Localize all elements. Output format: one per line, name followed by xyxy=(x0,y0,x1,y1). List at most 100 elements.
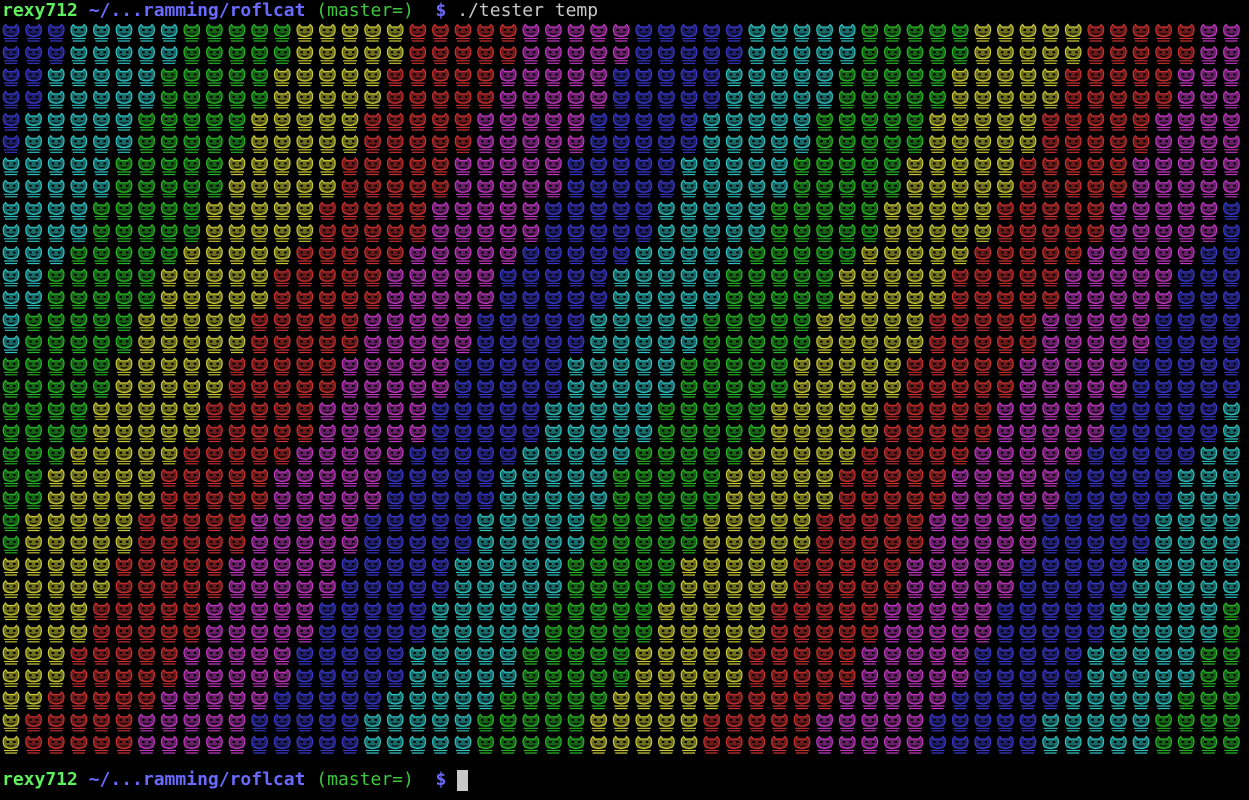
cat-face-icon xyxy=(477,446,494,465)
cat-face-icon xyxy=(2,290,20,309)
cat-face-icon xyxy=(183,402,201,420)
cat-face-icon xyxy=(432,90,449,109)
cat-face-icon xyxy=(273,646,291,665)
cat-face-icon xyxy=(273,713,291,732)
cat-face-icon xyxy=(997,624,1014,643)
cat-face-icon xyxy=(1042,290,1059,309)
cat-face-icon xyxy=(25,313,42,331)
cat-face-icon xyxy=(771,23,788,42)
cat-face-icon xyxy=(454,602,472,621)
cat-face-icon xyxy=(499,68,517,87)
cat-face-icon xyxy=(861,246,879,265)
cat-face-icon xyxy=(1177,602,1195,621)
cat-face-icon xyxy=(1200,224,1218,242)
cat-face-icon xyxy=(228,735,246,754)
cat-face-icon xyxy=(319,557,336,576)
cat-face-icon xyxy=(906,268,924,287)
cat-face-icon xyxy=(409,646,427,665)
cat-face-icon xyxy=(522,491,540,509)
cat-face-icon xyxy=(884,424,901,443)
cat-face-icon xyxy=(635,402,653,420)
cat-face-icon xyxy=(680,46,698,64)
cat-face-icon xyxy=(1064,402,1082,420)
cat-face-icon xyxy=(590,46,607,64)
cat-face-icon xyxy=(929,157,946,176)
cat-face-icon xyxy=(1155,446,1172,465)
cat-face-icon xyxy=(997,691,1014,710)
cat-face-icon xyxy=(296,379,314,398)
active-prompt-line[interactable]: rexy712 ~/...ramming/roflcat (master=) $ xyxy=(2,769,469,791)
cat-face-icon xyxy=(1132,90,1150,109)
cat-face-icon xyxy=(477,735,494,754)
cat-face-icon xyxy=(1177,268,1195,287)
cat-face-icon xyxy=(658,646,675,665)
cat-face-icon xyxy=(319,602,336,621)
cat-face-icon xyxy=(951,669,969,687)
cat-face-icon xyxy=(228,157,246,176)
cat-face-icon xyxy=(138,135,155,153)
cat-face-icon xyxy=(974,580,992,598)
cat-face-icon xyxy=(1110,624,1127,643)
cat-face-icon xyxy=(1019,580,1037,598)
cat-face-icon xyxy=(997,402,1014,420)
cat-face-icon xyxy=(454,446,472,465)
cat-face-icon xyxy=(2,713,20,732)
cat-face-icon xyxy=(206,335,223,354)
cat-face-icon xyxy=(545,735,562,754)
cat-face-icon xyxy=(1132,402,1150,420)
cat-face-icon xyxy=(1042,580,1059,598)
cat-face-icon xyxy=(386,224,404,242)
cat-face-icon xyxy=(703,580,720,598)
cat-face-icon xyxy=(477,335,494,354)
cat-face-icon xyxy=(522,624,540,643)
cat-face-icon xyxy=(341,179,359,198)
cat-face-icon xyxy=(522,535,540,554)
cat-face-icon xyxy=(319,268,336,287)
cat-face-icon xyxy=(341,135,359,153)
cat-face-icon xyxy=(567,624,585,643)
cat-face-icon xyxy=(748,691,766,710)
cat-face-icon xyxy=(522,68,540,87)
cat-face-icon xyxy=(432,513,449,532)
cat-face-icon xyxy=(183,513,201,532)
cat-face-icon xyxy=(228,224,246,242)
cat-face-icon xyxy=(409,424,427,443)
cat-face-icon xyxy=(364,646,381,665)
cat-face-icon xyxy=(1132,313,1150,331)
cat-face-icon xyxy=(1110,713,1127,732)
cat-face-icon xyxy=(748,491,766,509)
cat-face-icon xyxy=(1223,112,1240,131)
cat-face-icon xyxy=(364,735,381,754)
cat-face-icon xyxy=(251,335,268,354)
cat-face-icon xyxy=(183,468,201,487)
cat-face-icon xyxy=(974,535,992,554)
cat-face-icon xyxy=(183,112,201,131)
cat-face-icon xyxy=(929,224,946,242)
cat-face-icon xyxy=(341,268,359,287)
cat-face-icon xyxy=(748,268,766,287)
cat-face-icon xyxy=(251,46,268,64)
cat-face-icon xyxy=(183,646,201,665)
cat-face-icon xyxy=(409,735,427,754)
cat-face-icon xyxy=(228,713,246,732)
cat-face-icon xyxy=(725,491,743,509)
cat-face-icon xyxy=(771,379,788,398)
cat-face-icon xyxy=(251,224,268,242)
cat-face-icon xyxy=(386,112,404,131)
cat-face-icon xyxy=(454,201,472,220)
cat-face-icon xyxy=(273,179,291,198)
cat-face-icon xyxy=(725,135,743,153)
cat-face-icon xyxy=(816,357,833,376)
cat-face-icon xyxy=(567,580,585,598)
cat-face-icon xyxy=(454,735,472,754)
cat-face-icon xyxy=(590,713,607,732)
cat-face-icon xyxy=(251,357,268,376)
cat-face-icon xyxy=(1042,246,1059,265)
cat-face-icon xyxy=(454,557,472,576)
terminal-window[interactable]: rexy712 ~/...ramming/roflcat (master=) $… xyxy=(0,0,1249,800)
cat-face-icon xyxy=(861,135,879,153)
cat-face-icon xyxy=(115,268,133,287)
cat-face-icon xyxy=(1155,112,1172,131)
cat-face-icon xyxy=(590,513,607,532)
cat-face-icon xyxy=(70,468,88,487)
